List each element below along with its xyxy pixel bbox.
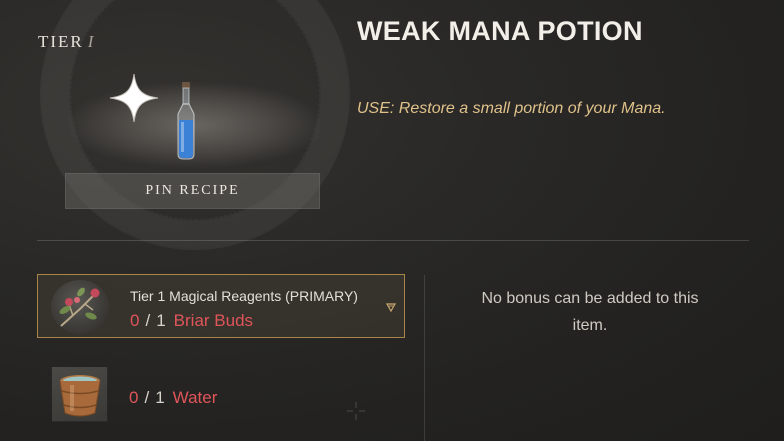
water-bucket-icon	[59, 375, 101, 417]
briar-buds-icon	[59, 287, 100, 327]
reagent-separator: /	[145, 311, 151, 330]
reagent-icon-frame	[51, 280, 109, 334]
reagent-separator: /	[144, 388, 150, 407]
reagent-have: 0	[129, 388, 139, 407]
item-title: WEAK MANA POTION	[357, 16, 643, 46]
column-divider	[424, 275, 425, 441]
reagent-name: Water	[172, 388, 218, 407]
reagent-count: 0 / 1 Water	[129, 388, 217, 408]
reagent-name: Briar Buds	[173, 311, 254, 330]
pin-recipe-button[interactable]: PIN RECIPE	[65, 173, 320, 209]
reagent-need: 1	[155, 388, 165, 407]
crosshair-icon	[347, 402, 365, 420]
section-divider	[37, 240, 749, 241]
reagent-need: 1	[156, 311, 166, 330]
reagent-category-label: Tier 1 Magical Reagents (PRIMARY)	[130, 288, 358, 304]
dropdown-arrow-icon[interactable]	[386, 303, 396, 312]
sparkle-icon	[109, 73, 159, 123]
tier-word: TIER	[38, 32, 84, 51]
item-art	[60, 72, 330, 180]
tier-label: TIER I	[38, 32, 95, 52]
reagent-icon-frame	[51, 366, 108, 422]
tier-number: I	[87, 32, 96, 51]
pin-recipe-label: PIN RECIPE	[145, 183, 240, 198]
reagent-slot-primary[interactable]: Tier 1 Magical Reagents (PRIMARY) 0 / 1 Bri…	[37, 274, 405, 338]
mana-potion-icon	[177, 82, 195, 160]
reagent-have: 0	[130, 311, 140, 330]
item-description: USE: Restore a small portion of your Man…	[357, 100, 666, 117]
reagent-count: 0 / 1 Briar Buds	[130, 311, 253, 331]
bonus-message: No bonus can be added to this item.	[481, 290, 699, 334]
